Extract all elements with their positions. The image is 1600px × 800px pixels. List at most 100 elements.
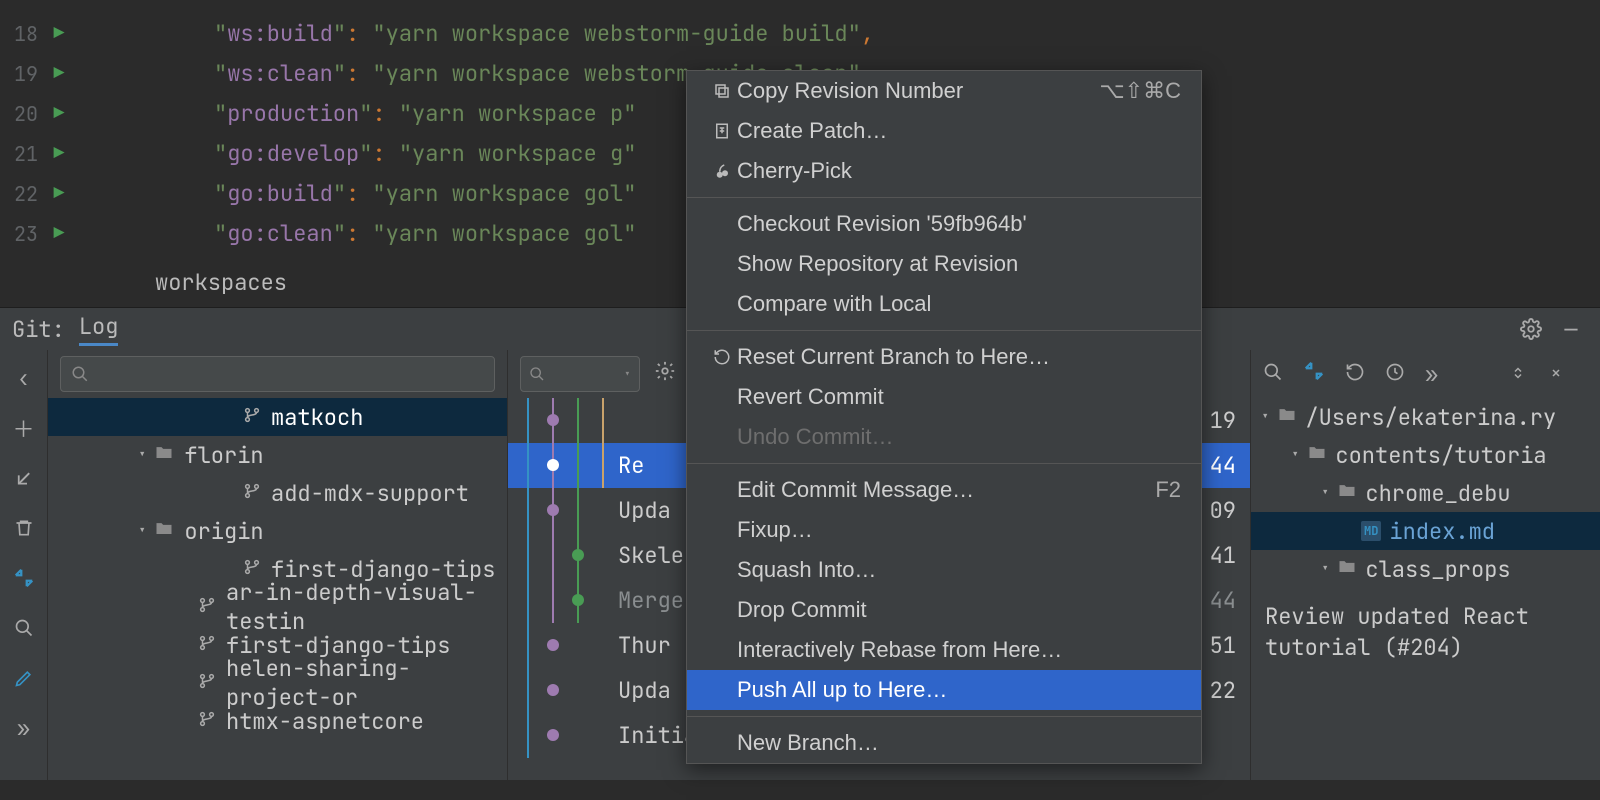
branch-search-input[interactable]	[60, 356, 495, 392]
details-more-icon[interactable]: »	[1425, 360, 1438, 389]
menu-item[interactable]: Revert Commit	[687, 377, 1201, 417]
details-history-icon[interactable]	[1385, 360, 1405, 389]
branch-item[interactable]: ar-in-depth-visual-testin	[48, 588, 507, 626]
cherry-icon	[707, 162, 737, 180]
tree-label: origin	[184, 517, 263, 546]
chevron-down-icon[interactable]: ▾	[1291, 446, 1299, 464]
folder-icon	[1277, 403, 1297, 432]
branch-icon	[198, 592, 216, 621]
menu-item[interactable]: Cherry-Pick	[687, 151, 1201, 191]
file-tree-file[interactable]: MDindex.md	[1251, 512, 1600, 550]
run-gutter-icon[interactable]: ▶	[44, 94, 74, 134]
code-line[interactable]: 18▶"ws:build": "yarn workspace webstorm-…	[0, 14, 1600, 54]
file-tree-folder[interactable]: ▾chrome_debu	[1251, 474, 1600, 512]
menu-item[interactable]: Show Repository at Revision	[687, 244, 1201, 284]
tree-label: add-mdx-support	[271, 479, 469, 508]
git-log-tab[interactable]: Log	[79, 312, 119, 346]
delete-icon[interactable]	[6, 510, 42, 546]
menu-item[interactable]: Fixup…	[687, 510, 1201, 550]
more-icon[interactable]: »	[6, 710, 42, 746]
branch-item[interactable]: helen-sharing-project-or	[48, 664, 507, 702]
menu-item[interactable]: Interactively Rebase from Here…	[687, 630, 1201, 670]
run-gutter-icon[interactable]: ▶	[44, 214, 74, 254]
run-gutter-icon[interactable]: ▶	[44, 14, 74, 54]
run-gutter-icon[interactable]: ▶	[44, 134, 74, 174]
undo-icon	[707, 348, 737, 366]
branch-icon	[243, 402, 261, 431]
menu-item[interactable]: Compare with Local	[687, 284, 1201, 324]
file-tree-folder[interactable]: ▾ contents/tutoria	[1251, 436, 1600, 474]
branch-item[interactable]: matkoch	[48, 398, 507, 436]
branch-icon	[198, 706, 216, 735]
tree-label: ar-in-depth-visual-testin	[226, 578, 507, 636]
branch-icon	[198, 668, 216, 697]
menu-item[interactable]: Checkout Revision '59fb964b'	[687, 204, 1201, 244]
chevron-down-icon[interactable]: ▾	[1321, 560, 1329, 578]
details-revert-icon[interactable]	[1345, 360, 1365, 389]
menu-item[interactable]: New Branch…	[687, 723, 1201, 763]
menu-label: Squash Into…	[737, 557, 1181, 583]
file-tree-label: contents/tutoria	[1335, 441, 1546, 470]
menu-label: Revert Commit	[737, 384, 1181, 410]
branch-icon	[198, 630, 216, 659]
back-icon[interactable]: ‹	[6, 360, 42, 396]
menu-item[interactable]: Push All up to Here…	[687, 670, 1201, 710]
menu-item[interactable]: Create Patch…	[687, 111, 1201, 151]
edit-icon[interactable]	[6, 660, 42, 696]
commit-time: 51	[1196, 631, 1250, 660]
file-tree-folder[interactable]: ▾/Users/ekaterina.ry	[1251, 398, 1600, 436]
commit-time: 19	[1196, 406, 1250, 435]
folder-icon	[1337, 555, 1357, 584]
collapse-all-icon[interactable]	[1550, 360, 1568, 389]
folder-icon	[1307, 441, 1327, 470]
chevron-down-icon[interactable]: ▾	[1321, 484, 1329, 502]
patch-icon	[707, 122, 737, 140]
line-number: 23	[0, 214, 44, 254]
commit-graph-segment	[508, 398, 618, 443]
commit-graph-segment	[508, 488, 618, 533]
commit-time: 09	[1196, 496, 1250, 525]
code-text: "go:build": "yarn workspace gol"	[74, 174, 636, 214]
commit-graph-segment	[508, 623, 618, 668]
commit-search-input[interactable]: ▾	[520, 356, 640, 392]
tree-label: matkoch	[271, 403, 363, 432]
minimize-icon[interactable]: —	[1554, 312, 1588, 346]
menu-item[interactable]: Copy Revision Number⌥⇧⌘C	[687, 71, 1201, 111]
tree-label: florin	[184, 441, 263, 470]
graph-settings-icon[interactable]	[654, 360, 676, 389]
file-tree-folder[interactable]: ▾class_props	[1251, 550, 1600, 588]
line-number: 20	[0, 94, 44, 134]
add-icon[interactable]: ＋	[6, 410, 42, 446]
commit-graph-segment	[508, 713, 618, 758]
code-text: "production": "yarn workspace p"	[74, 94, 636, 134]
branch-folder[interactable]: ▾ florin	[48, 436, 507, 474]
line-number: 19	[0, 54, 44, 94]
details-search-icon[interactable]	[1263, 360, 1283, 389]
menu-item[interactable]: Drop Commit	[687, 590, 1201, 630]
chevron-down-icon[interactable]: ▾	[1261, 408, 1269, 426]
expand-all-icon[interactable]	[1512, 360, 1530, 389]
menu-label: Edit Commit Message…	[737, 477, 1155, 503]
chevron-down-icon[interactable]: ▾	[138, 446, 146, 464]
run-gutter-icon[interactable]: ▶	[44, 174, 74, 214]
branch-folder[interactable]: ▾ origin	[48, 512, 507, 550]
menu-label: New Branch…	[737, 730, 1181, 756]
search-icon[interactable]	[6, 610, 42, 646]
tree-label: htmx-aspnetcore	[226, 707, 424, 736]
menu-item[interactable]: Squash Into…	[687, 550, 1201, 590]
chevron-down-icon[interactable]: ▾	[138, 522, 146, 540]
menu-item: Undo Commit…	[687, 417, 1201, 457]
compare-icon[interactable]	[6, 560, 42, 596]
checkout-icon[interactable]: ↙	[6, 460, 42, 496]
branch-icon	[243, 478, 261, 507]
gear-icon[interactable]	[1514, 312, 1548, 346]
commit-graph-segment	[508, 668, 618, 713]
run-gutter-icon[interactable]: ▶	[44, 54, 74, 94]
folder-icon	[154, 441, 174, 470]
branch-item[interactable]: add-mdx-support	[48, 474, 507, 512]
menu-item[interactable]: Reset Current Branch to Here…	[687, 337, 1201, 377]
copy-icon	[707, 82, 737, 100]
menu-shortcut: ⌥⇧⌘C	[1099, 78, 1181, 104]
details-diff-icon[interactable]	[1303, 360, 1325, 389]
menu-item[interactable]: Edit Commit Message…F2	[687, 470, 1201, 510]
